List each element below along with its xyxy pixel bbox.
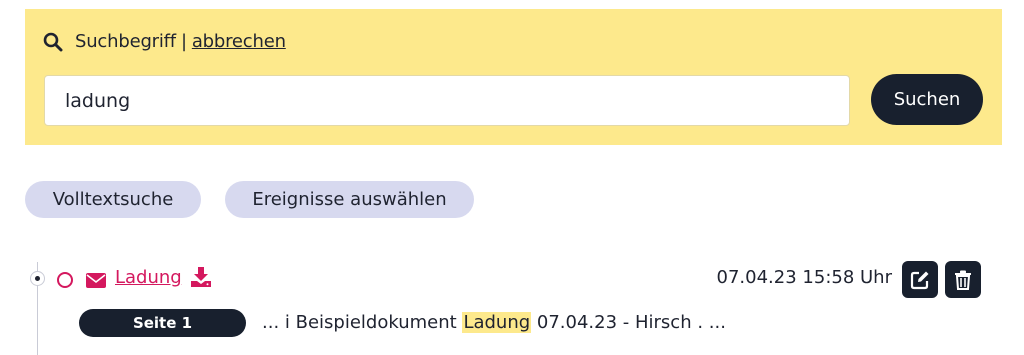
fulltext-search-button[interactable]: Volltextsuche	[25, 181, 201, 218]
edit-icon	[910, 271, 929, 289]
edit-button[interactable]	[902, 261, 938, 298]
result-snippet: ... i Beispieldokument Ladung 07.04.23 -…	[262, 312, 726, 333]
cancel-search-link[interactable]: abbrechen	[192, 31, 286, 52]
trash-icon	[955, 270, 971, 290]
result-title-link[interactable]: Ladung	[115, 267, 182, 288]
result-timestamp: 07.04.23 15:58 Uhr	[716, 267, 892, 288]
page-badge[interactable]: Seite 1	[79, 309, 246, 337]
search-input[interactable]	[44, 75, 850, 126]
search-button[interactable]: Suchen	[871, 74, 983, 125]
delete-button[interactable]	[945, 261, 981, 298]
search-icon	[43, 32, 63, 51]
search-separator: |	[180, 31, 187, 52]
snippet-highlight: Ladung	[462, 312, 532, 333]
snippet-text-before: ... i Beispieldokument	[262, 312, 463, 333]
mail-icon	[86, 273, 106, 288]
search-label: Suchbegriff	[75, 31, 176, 52]
timeline-dot	[30, 271, 45, 286]
snippet-text-after: 07.04.23 - Hirsch . ...	[531, 312, 726, 333]
status-circle-icon[interactable]	[57, 272, 73, 288]
search-header: Suchbegriff | abbrechen	[43, 31, 286, 52]
search-panel: Suchbegriff | abbrechen Suchen	[25, 9, 1002, 145]
select-events-button[interactable]: Ereignisse auswählen	[225, 181, 474, 218]
download-icon[interactable]	[190, 267, 212, 287]
